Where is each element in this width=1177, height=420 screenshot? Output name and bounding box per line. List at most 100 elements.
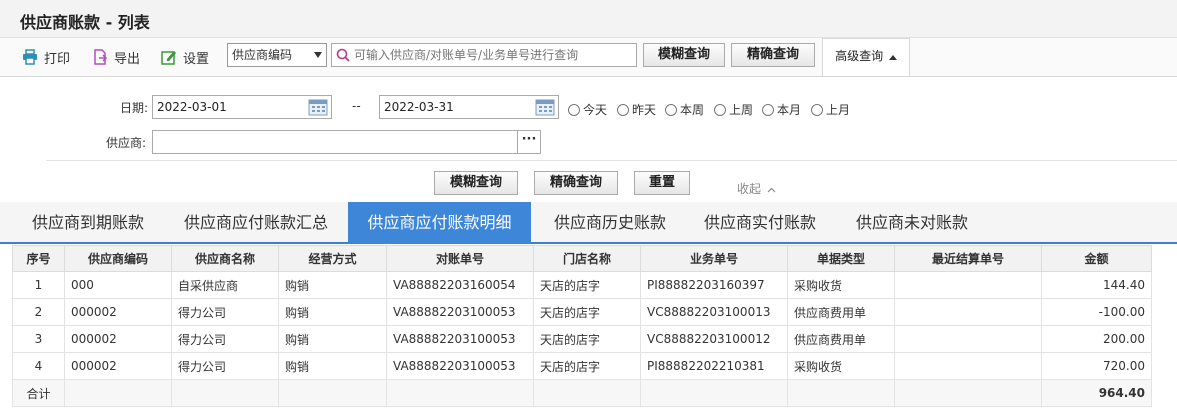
caret-up-icon [888, 55, 897, 60]
radio-circle [568, 103, 580, 116]
business-no-link[interactable]: VC88882203100012 [640, 325, 788, 353]
statement-no-link[interactable]: VA88882203100053 [386, 325, 534, 353]
business-no-link[interactable]: PI88882202210381 [640, 352, 788, 380]
collapse-button[interactable]: 收起 [737, 180, 776, 197]
doc-type: 采购收货 [787, 271, 895, 299]
export-label: 导出 [114, 51, 141, 67]
calendar-icon[interactable] [535, 98, 555, 123]
column-header[interactable]: 对账单号 [386, 245, 534, 272]
reset-button[interactable]: 重置 [634, 171, 690, 195]
supplier-input[interactable] [152, 130, 518, 154]
amount: 720.00 [1041, 352, 1152, 380]
tab-supplier-payable-detail[interactable]: 供应商应付账款明细 [348, 202, 531, 244]
table-row[interactable]: 1 000 自采供应商 购销 VA88882203160054 天店的店字 PI… [12, 271, 1152, 299]
supplier-label: 供应商: [106, 136, 147, 150]
radio-yesterday[interactable]: 昨天 [617, 101, 656, 118]
row-index: 3 [12, 325, 65, 353]
calendar-icon[interactable] [308, 98, 328, 123]
fuzzy-search-button[interactable]: 模糊查询 [643, 43, 725, 67]
settings-label: 设置 [183, 51, 210, 67]
panel-fuzzy-search-button[interactable]: 模糊查询 [434, 171, 518, 195]
radio-circle [811, 103, 823, 116]
total-amount: 964.40 [1041, 379, 1152, 407]
printer-icon [22, 49, 38, 65]
empty-cell [787, 379, 895, 407]
search-input[interactable] [354, 45, 634, 65]
date-to-value: 2022-03-31 [384, 100, 454, 114]
empty-cell [278, 379, 387, 407]
supplier-code: 000002 [64, 298, 172, 326]
supplier-code: 000 [64, 271, 172, 299]
business-mode: 购销 [278, 325, 387, 353]
settings-button[interactable]: 设置 [161, 47, 209, 67]
radio-circle [665, 103, 677, 116]
column-header[interactable]: 业务单号 [640, 245, 788, 272]
supplier-name: 得力公司 [171, 298, 279, 326]
tab-supplier-history[interactable]: 供应商历史账款 [540, 202, 680, 244]
panel-exact-search-button[interactable]: 精确查询 [534, 171, 618, 195]
date-to-input[interactable]: 2022-03-31 [379, 95, 559, 119]
empty-cell [171, 379, 279, 407]
statement-no-link[interactable]: VA88882203100053 [386, 298, 534, 326]
search-box [331, 43, 637, 67]
amount: 144.40 [1041, 271, 1152, 299]
column-header[interactable]: 门店名称 [533, 245, 641, 272]
toolbar: 打印 导出 设置 供应商编码 模糊查询 精确查询 高级查询 [0, 38, 1177, 76]
radio-label: 上周 [729, 103, 754, 117]
tab-supplier-payable-summary[interactable]: 供应商应付账款汇总 [170, 202, 342, 244]
row-index: 1 [12, 271, 65, 299]
column-header[interactable]: 序号 [12, 245, 65, 272]
business-no-link[interactable]: VC88882203100013 [640, 298, 788, 326]
table-row[interactable]: 2 000002 得力公司 购销 VA88882203100053 天店的店字 … [12, 298, 1152, 326]
column-header[interactable]: 金额 [1041, 245, 1152, 272]
doc-type: 供应商费用单 [787, 298, 895, 326]
advanced-search-tab[interactable]: 高级查询 [822, 38, 910, 76]
radio-last-week[interactable]: 上周 [714, 101, 753, 118]
radio-circle [617, 103, 629, 116]
column-header[interactable]: 单据类型 [787, 245, 895, 272]
supplier-code: 000002 [64, 352, 172, 380]
store-name: 天店的店字 [533, 325, 641, 353]
table-row[interactable]: 4 000002 得力公司 购销 VA88882203100053 天店的店字 … [12, 352, 1152, 380]
last-settlement-no [894, 352, 1042, 380]
statement-no-link[interactable]: VA88882203100053 [386, 352, 534, 380]
search-icon [336, 48, 350, 65]
dropdown-arrow-icon [314, 52, 322, 58]
export-button[interactable]: 导出 [92, 47, 140, 67]
column-header[interactable]: 供应商名称 [171, 245, 279, 272]
column-header[interactable]: 供应商编码 [64, 245, 172, 272]
store-name: 天店的店字 [533, 352, 641, 380]
print-button[interactable]: 打印 [22, 47, 70, 67]
radio-this-month[interactable]: 本月 [762, 101, 801, 118]
radio-label: 本月 [777, 103, 802, 117]
exact-search-button[interactable]: 精确查询 [731, 43, 815, 67]
radio-last-month[interactable]: 上月 [811, 101, 850, 118]
statement-no-link[interactable]: VA88882203160054 [386, 271, 534, 299]
business-mode: 购销 [278, 352, 387, 380]
amount: 200.00 [1041, 325, 1152, 353]
table-header-row: 序号 供应商编码 供应商名称 经营方式 对账单号 门店名称 业务单号 单据类型 … [12, 245, 1152, 272]
chevron-up-icon [767, 187, 776, 193]
doc-type: 供应商费用单 [787, 325, 895, 353]
table-row[interactable]: 3 000002 得力公司 购销 VA88882203100053 天店的店字 … [12, 325, 1152, 353]
detail-table: 序号 供应商编码 供应商名称 经营方式 对账单号 门店名称 业务单号 单据类型 … [12, 245, 1152, 407]
settings-icon [161, 49, 177, 65]
supplier-name: 得力公司 [171, 325, 279, 353]
tab-supplier-due[interactable]: 供应商到期账款 [18, 202, 158, 244]
advanced-search-panel: 日期: 2022-03-01 -- 2022-03-31 今天 昨天 本周 上周… [0, 76, 1177, 202]
last-settlement-no [894, 298, 1042, 326]
business-mode: 购销 [278, 298, 387, 326]
collapse-label: 收起 [737, 182, 762, 196]
radio-label: 今天 [583, 103, 608, 117]
radio-today[interactable]: 今天 [568, 101, 607, 118]
column-header[interactable]: 最近结算单号 [894, 245, 1042, 272]
business-no-link[interactable]: PI88882203160397 [640, 271, 788, 299]
search-field-select[interactable]: 供应商编码 [227, 43, 327, 67]
radio-this-week[interactable]: 本周 [665, 101, 704, 118]
column-header[interactable]: 经营方式 [278, 245, 387, 272]
date-from-input[interactable]: 2022-03-01 [152, 95, 332, 119]
tab-supplier-unreconciled[interactable]: 供应商未对账款 [842, 202, 982, 244]
supplier-picker-button[interactable]: ··· [517, 130, 541, 154]
tab-supplier-paid[interactable]: 供应商实付账款 [690, 202, 830, 244]
report-tabs: 供应商到期账款 供应商应付账款汇总 供应商应付账款明细 供应商历史账款 供应商实… [0, 202, 1177, 244]
